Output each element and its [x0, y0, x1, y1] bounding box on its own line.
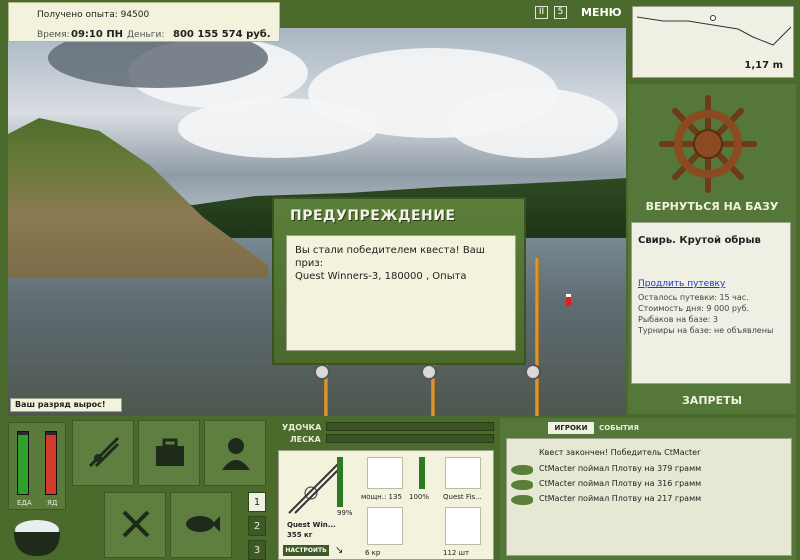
dialog-message: Вы стали победителем квеста! Ваш приз:: [295, 245, 485, 269]
rod-weight: 355 кг: [287, 531, 313, 539]
fisherman-icon: [222, 438, 250, 470]
hook-slot[interactable]: [367, 507, 403, 545]
configure-button[interactable]: НАСТРОИТЬ: [283, 545, 329, 556]
menu-button[interactable]: МЕНЮ: [581, 6, 622, 19]
warning-dialog: ПРЕДУПРЕЖДЕНИЕ Вы стали победителем квес…: [272, 197, 526, 365]
fish-slot[interactable]: [170, 492, 232, 558]
pause-button[interactable]: II: [535, 6, 548, 19]
rods-icon: [88, 436, 120, 468]
time-label: Время:: [37, 30, 70, 40]
bans-button[interactable]: ЗАПРЕТЫ: [628, 394, 796, 407]
list-item: CtMacter поймал Плотву на 316 грамм: [539, 479, 702, 488]
chat-panel: ИГРОКИ СОБЫТИЯ Квест закончен! Победител…: [500, 418, 796, 560]
status-panel: Получено опыта: 94500 Время: 09:10 ПН Де…: [8, 2, 280, 42]
money-value: 800 155 574 руб.: [173, 29, 271, 40]
page-button-3[interactable]: 3: [248, 540, 266, 560]
hook-count: 6 кр: [365, 549, 381, 557]
tackle-box-slot[interactable]: [138, 420, 200, 486]
message-list: Квест закончен! Победитель CtMacter CtMa…: [506, 438, 792, 556]
rod-durability-bar: [337, 457, 343, 507]
list-item: Квест закончен! Победитель CtMacter: [539, 448, 701, 457]
page-button-1[interactable]: 1: [248, 492, 266, 512]
line-name: Quest Fis...: [443, 493, 482, 501]
food-label: ЕДА: [17, 499, 32, 507]
line-tension-bar: [326, 434, 494, 443]
depth-panel: 1,17 m: [632, 6, 794, 78]
top-controls: II 5 МЕНЮ: [535, 6, 622, 19]
dialog-title: ПРЕДУПРЕЖДЕНИЕ: [290, 208, 456, 224]
rod-name: Quest Win...: [287, 521, 336, 529]
buoy: [566, 294, 571, 306]
page-button-2[interactable]: 2: [248, 516, 266, 536]
right-panel: ВЕРНУТЬСЯ НА БАЗУ Свирь. Крутой обрыв Пр…: [628, 84, 796, 414]
fishers-count: Рыбаков на базе: 3: [638, 315, 718, 324]
line-slot[interactable]: [445, 457, 481, 489]
reel-2: [421, 364, 437, 380]
fish-icon: [511, 465, 533, 475]
bait-slot[interactable]: [445, 507, 481, 545]
rank-up-text: Ваш разряд вырос!: [15, 400, 106, 409]
rods-slot[interactable]: [72, 420, 134, 486]
reel-1: [314, 364, 330, 380]
reel-durability-bar: [419, 457, 425, 489]
reel-3: [525, 364, 541, 380]
food-slot[interactable]: [104, 492, 166, 558]
rod-icon: [288, 460, 342, 514]
speed-button[interactable]: 5: [554, 6, 567, 19]
fisherman-slot[interactable]: [204, 420, 266, 486]
food-meter: [17, 431, 29, 495]
location-card: Свирь. Крутой обрыв Продлить путевку Ост…: [631, 222, 791, 384]
dialog-body: Вы стали победителем квеста! Ваш приз: Q…: [286, 235, 516, 351]
game-screen: Получено опыта: 94500 Время: 09:10 ПН Де…: [0, 0, 800, 560]
rank-up-banner: Ваш разряд вырос!: [10, 398, 122, 412]
location-name: Свирь. Крутой обрыв: [638, 235, 761, 246]
day-cost: Стоимость дня: 9 000 руб.: [638, 304, 750, 313]
bottom-panel: ЕДА ЯД 1 2 3 УДОЧКА ЛЕСКА 99% Quest Win.…: [0, 416, 800, 560]
tackle-panel: 99% Quest Win... 355 кг НАСТРОИТЬ ↘ мощн…: [278, 450, 494, 560]
expand-arrow-icon[interactable]: ↘: [335, 545, 343, 556]
cloud: [448, 88, 618, 158]
money-label: Деньги:: [127, 30, 165, 40]
return-to-base-button[interactable]: ВЕРНУТЬСЯ НА БАЗУ: [628, 200, 796, 213]
tab-events[interactable]: СОБЫТИЯ: [596, 422, 642, 434]
depth-value: 1,17 m: [744, 60, 783, 71]
fish-icon: [511, 480, 533, 490]
fish-icon: [186, 516, 220, 532]
extend-permit-link[interactable]: Продлить путевку: [638, 279, 725, 289]
tackle-box-icon: [156, 438, 184, 466]
ship-wheel-icon[interactable]: [658, 94, 758, 194]
poison-meter: [45, 431, 57, 495]
poison-meter-fill: [46, 435, 56, 494]
cutlery-icon: [122, 510, 150, 538]
dialog-prize: Quest Winners-3, 180000 , Опыта: [295, 271, 467, 282]
list-item: CtMacter поймал Плотву на 379 грамм: [539, 464, 702, 473]
line-tension-label: ЛЕСКА: [290, 435, 321, 444]
rod-3[interactable]: [535, 258, 539, 416]
bait-count: 112 шт: [443, 549, 470, 557]
time-value: 09:10 ПН: [71, 29, 124, 40]
poison-label: ЯД: [47, 499, 58, 507]
tension-bars: УДОЧКА ЛЕСКА: [276, 418, 496, 444]
food-meter-fill: [18, 435, 28, 494]
reel-percent: 100%: [409, 493, 430, 501]
reel-slot[interactable]: [367, 457, 403, 489]
rod-percent: 99%: [337, 509, 353, 517]
experience-text: Получено опыта: 94500: [37, 10, 150, 20]
pot-icon[interactable]: [8, 512, 66, 560]
meters: ЕДА ЯД: [8, 422, 66, 510]
tab-players[interactable]: ИГРОКИ: [548, 422, 594, 434]
reel-power: мощн.: 135: [361, 493, 402, 501]
tournaments-status: Турниры на базе: не объявлены: [638, 326, 774, 335]
rod-tension-bar: [326, 422, 494, 431]
fish-icon: [511, 495, 533, 505]
permit-remaining: Осталось путевки: 15 час.: [638, 293, 749, 302]
cloud: [178, 98, 378, 158]
rod-tension-label: УДОЧКА: [282, 423, 322, 432]
list-item: CtMacter поймал Плотву на 217 грамм: [539, 494, 702, 503]
